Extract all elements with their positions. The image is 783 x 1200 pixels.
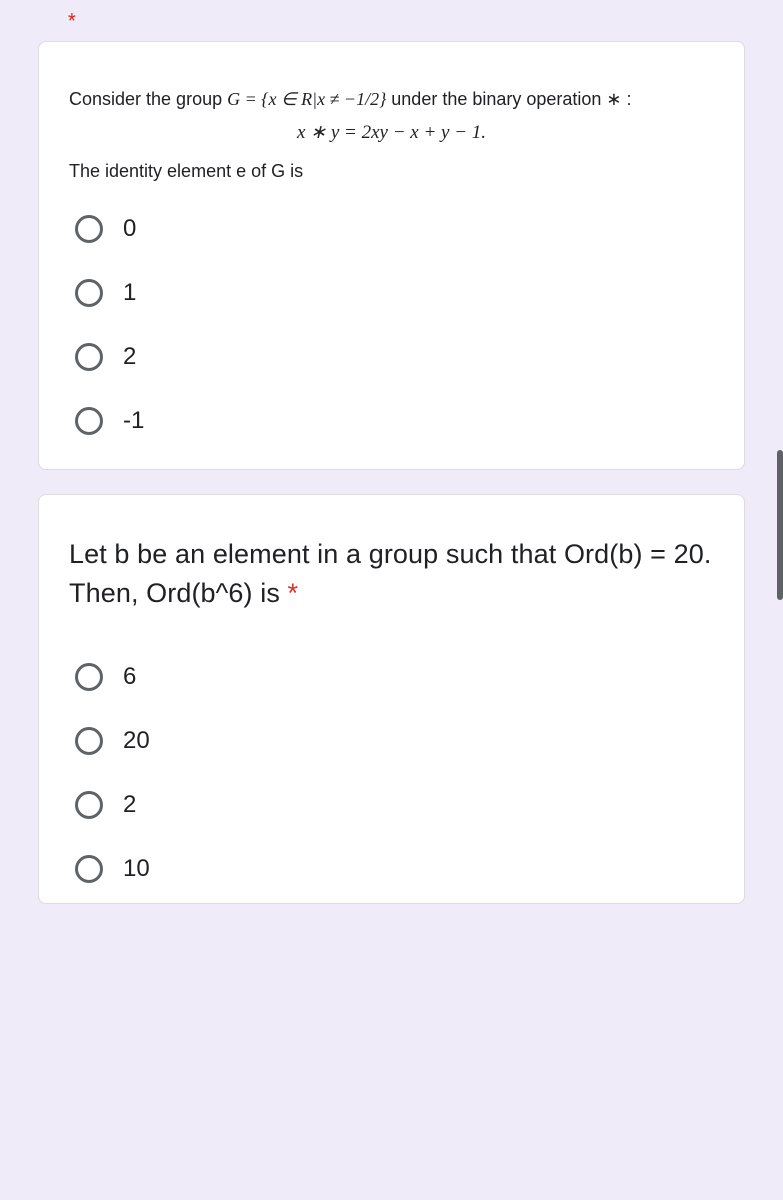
q1-line1: Consider the group G = {x ∈ R|x ≠ −1/2} …: [69, 86, 714, 113]
question-2-text: Let b be an element in a group such that…: [69, 535, 714, 613]
radio-icon: [75, 343, 103, 371]
q1-option-0[interactable]: 0: [75, 215, 714, 243]
q2-options: 6 20 2 10: [69, 663, 714, 883]
q2-option-2-label: 2: [123, 791, 136, 819]
q1-option-2[interactable]: 2: [75, 343, 714, 371]
q2-option-1[interactable]: 20: [75, 727, 714, 755]
q1-option-3[interactable]: -1: [75, 407, 714, 435]
required-asterisk-top: *: [0, 10, 783, 31]
q1-line1-math: G = {x ∈ R|x ≠ −1/2}: [227, 89, 386, 109]
scrollbar-thumb[interactable]: [777, 450, 783, 600]
q1-option-0-label: 0: [123, 215, 136, 243]
q1-options: 0 1 2 -1: [69, 215, 714, 435]
q2-option-1-label: 20: [123, 727, 150, 755]
q2-option-2[interactable]: 2: [75, 791, 714, 819]
q1-line1-pre: Consider the group: [69, 89, 227, 109]
q2-option-0[interactable]: 6: [75, 663, 714, 691]
q2-option-3[interactable]: 10: [75, 855, 714, 883]
question-card-1: Consider the group G = {x ∈ R|x ≠ −1/2} …: [38, 41, 745, 470]
q1-line3: The identity element e of G is: [69, 158, 714, 185]
q2-option-3-label: 10: [123, 855, 150, 883]
required-asterisk: *: [288, 578, 299, 608]
radio-icon: [75, 215, 103, 243]
q1-line2: x ∗ y = 2xy − x + y − 1.: [69, 119, 714, 148]
q2-option-0-label: 6: [123, 663, 136, 691]
q1-option-2-label: 2: [123, 343, 136, 371]
q1-option-1-label: 1: [123, 279, 136, 307]
q1-option-1[interactable]: 1: [75, 279, 714, 307]
radio-icon: [75, 407, 103, 435]
radio-icon: [75, 855, 103, 883]
radio-icon: [75, 279, 103, 307]
q2-text-content: Let b be an element in a group such that…: [69, 539, 711, 608]
q1-line1-post: under the binary operation ∗ :: [386, 89, 631, 109]
radio-icon: [75, 791, 103, 819]
question-1-body: Consider the group G = {x ∈ R|x ≠ −1/2} …: [69, 86, 714, 185]
question-card-2: Let b be an element in a group such that…: [38, 494, 745, 904]
radio-icon: [75, 727, 103, 755]
q1-option-3-label: -1: [123, 407, 144, 435]
radio-icon: [75, 663, 103, 691]
